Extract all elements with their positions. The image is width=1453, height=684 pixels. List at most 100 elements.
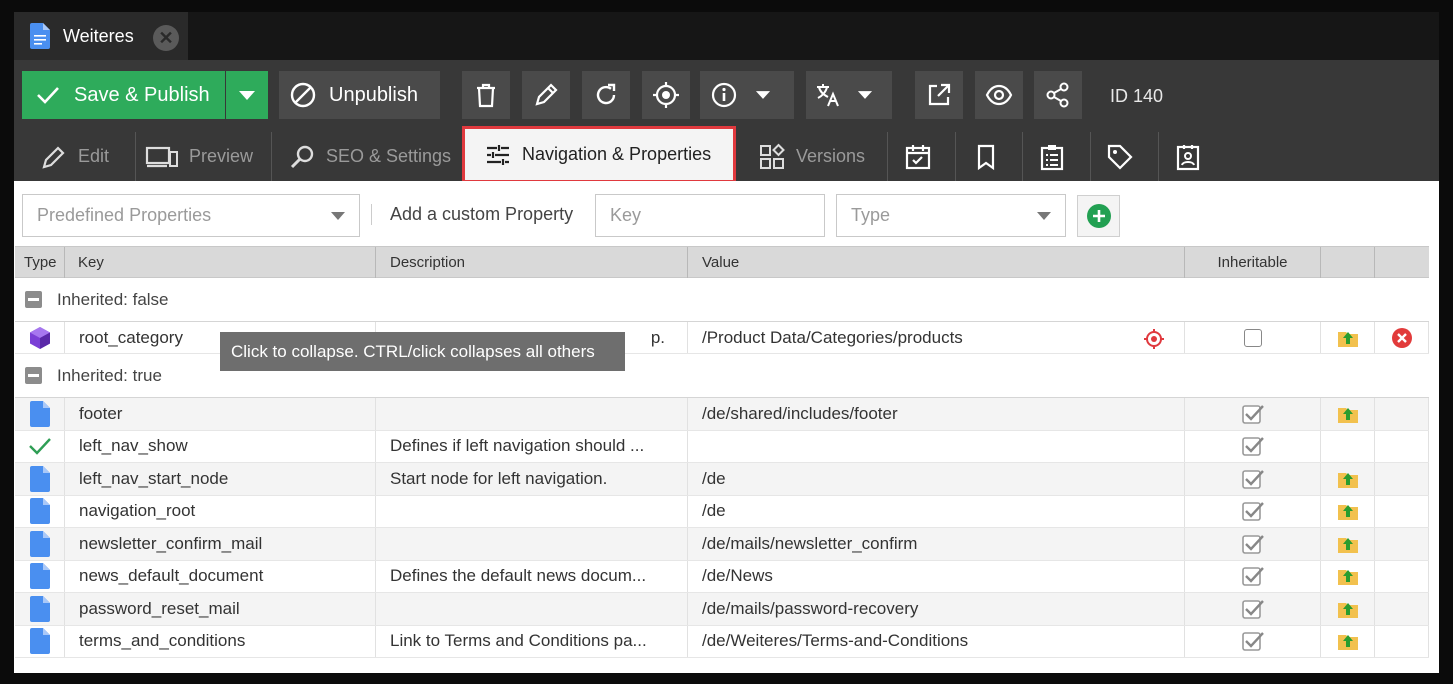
value-text: /Product Data/Categories/products xyxy=(702,327,963,347)
column-header-value[interactable]: Value xyxy=(688,247,1185,278)
type-select[interactable]: Type xyxy=(836,194,1066,237)
column-header-inheritable[interactable]: Inheritable xyxy=(1185,247,1321,278)
reload-button[interactable] xyxy=(582,71,630,119)
document-icon xyxy=(30,23,50,49)
value-cell: /de xyxy=(688,463,1185,495)
tab-divider xyxy=(955,132,956,181)
tab-navigation-properties[interactable]: Navigation & Properties xyxy=(462,126,736,183)
external-link-icon xyxy=(928,83,951,106)
folder-up-icon[interactable] xyxy=(1337,501,1359,521)
widgets-icon xyxy=(760,143,785,169)
info-icon xyxy=(711,82,737,108)
folder-up-icon[interactable] xyxy=(1337,534,1359,554)
collapse-icon[interactable] xyxy=(25,291,42,308)
table-row[interactable]: terms_and_conditions Link to Terms and Co… xyxy=(15,625,1429,658)
search-icon xyxy=(290,145,314,168)
crosshair-icon[interactable] xyxy=(1143,328,1165,350)
tab-edit[interactable]: Edit xyxy=(40,132,109,181)
type-cell xyxy=(15,560,65,592)
unpublish-button[interactable]: Unpublish xyxy=(279,71,440,119)
tab-preview[interactable]: Preview xyxy=(145,132,253,181)
editor-tabs: Edit Preview SEO & Settings Navigation &… xyxy=(14,126,1439,183)
key-cell: left_nav_start_node xyxy=(65,463,376,495)
table-row[interactable]: newsletter_confirm_mail/de/mails/newslet… xyxy=(15,528,1429,561)
tab-edit-label: Edit xyxy=(78,146,110,166)
action-cell xyxy=(1375,430,1429,462)
document-icon xyxy=(29,465,50,492)
group-inherited-false[interactable]: Inherited: false xyxy=(15,278,1429,322)
folder-up-icon[interactable] xyxy=(1337,631,1359,651)
table-row[interactable]: footer/de/shared/includes/footer xyxy=(15,398,1429,431)
tab-divider xyxy=(1090,132,1091,181)
preview-button[interactable] xyxy=(975,71,1023,119)
tab-schedule[interactable] xyxy=(904,132,932,181)
delete-button[interactable] xyxy=(462,71,510,119)
table-row[interactable]: left_nav_show Defines if left navigation … xyxy=(15,430,1429,463)
save-options-dropdown[interactable] xyxy=(226,71,268,119)
column-header-description[interactable]: Description xyxy=(376,247,688,278)
description-cell xyxy=(376,528,688,560)
table-row[interactable]: news_default_document Defines the default… xyxy=(15,560,1429,593)
caret-down-icon xyxy=(239,91,255,100)
value-cell: /de/shared/includes/footer xyxy=(688,398,1185,430)
predefined-properties-select[interactable]: Predefined Properties xyxy=(22,194,360,237)
delete-circle-icon[interactable] xyxy=(1391,327,1413,349)
table-row[interactable]: navigation_root/de xyxy=(15,495,1429,528)
tab-tags[interactable] xyxy=(1106,132,1134,181)
inheritable-checkbox[interactable] xyxy=(1243,328,1262,347)
column-header-type[interactable]: Type xyxy=(15,247,65,278)
column-header-key[interactable]: Key xyxy=(65,247,376,278)
value-cell xyxy=(688,430,1185,462)
collapse-tooltip: Click to collapse. CTRL/click collapses … xyxy=(220,332,625,371)
action-cell xyxy=(1375,560,1429,592)
properties-panel: Predefined Properties Add a custom Prope… xyxy=(14,181,1439,673)
rename-button[interactable] xyxy=(522,71,570,119)
checked-checkbox-icon xyxy=(1241,502,1264,522)
type-cell xyxy=(15,528,65,560)
tab-divider xyxy=(887,132,888,181)
info-button[interactable] xyxy=(700,71,794,119)
key-cell: news_default_document xyxy=(65,560,376,592)
tab-versions[interactable]: Versions xyxy=(758,132,865,181)
checked-checkbox-icon xyxy=(1241,437,1264,457)
action-cell xyxy=(1321,398,1375,430)
action-cell xyxy=(1375,463,1429,495)
trash-icon xyxy=(477,83,495,108)
save-publish-button[interactable]: Save & Publish xyxy=(22,71,225,119)
key-cell: navigation_root xyxy=(65,495,376,527)
value-cell: /de xyxy=(688,495,1185,527)
group-label: Inherited: true xyxy=(57,365,162,385)
action-cell xyxy=(1375,322,1429,353)
object-cube-icon xyxy=(29,326,50,349)
close-tab-icon[interactable]: ✕ xyxy=(153,25,179,51)
value-cell: /de/News xyxy=(688,560,1185,592)
locate-button[interactable] xyxy=(642,71,690,119)
tab-seo-settings[interactable]: SEO & Settings xyxy=(288,132,451,181)
collapse-icon[interactable] xyxy=(25,367,42,384)
folder-up-icon[interactable] xyxy=(1337,469,1359,489)
tab-notes[interactable] xyxy=(1038,132,1066,181)
description-cell xyxy=(376,398,688,430)
tab-workflow[interactable] xyxy=(1174,132,1202,181)
key-input[interactable]: Key xyxy=(595,194,825,237)
add-property-button[interactable] xyxy=(1077,195,1120,237)
folder-up-icon[interactable] xyxy=(1337,566,1359,586)
folder-up-icon[interactable] xyxy=(1337,328,1359,348)
tab-preview-label: Preview xyxy=(189,146,254,166)
description-cell xyxy=(376,593,688,625)
inherited-rows: footer/de/shared/includes/footer left_nav… xyxy=(15,398,1429,658)
type-cell xyxy=(15,625,65,657)
unpublish-label: Unpublish xyxy=(329,83,418,106)
share-button[interactable] xyxy=(1034,71,1082,119)
folder-up-icon[interactable] xyxy=(1337,599,1359,619)
open-in-new-window-button[interactable] xyxy=(915,71,963,119)
tab-bookmark[interactable] xyxy=(972,132,1000,181)
document-tab[interactable]: Weiteres ✕ xyxy=(14,12,188,60)
translation-button[interactable] xyxy=(806,71,892,119)
folder-up-icon[interactable] xyxy=(1337,404,1359,424)
table-row[interactable]: left_nav_start_node Start node for left n… xyxy=(15,463,1429,496)
tab-seo-settings-label: SEO & Settings xyxy=(326,146,452,166)
inheritable-cell xyxy=(1185,593,1321,625)
table-row[interactable]: password_reset_mail/de/mails/password-re… xyxy=(15,593,1429,626)
inheritable-cell xyxy=(1185,625,1321,657)
